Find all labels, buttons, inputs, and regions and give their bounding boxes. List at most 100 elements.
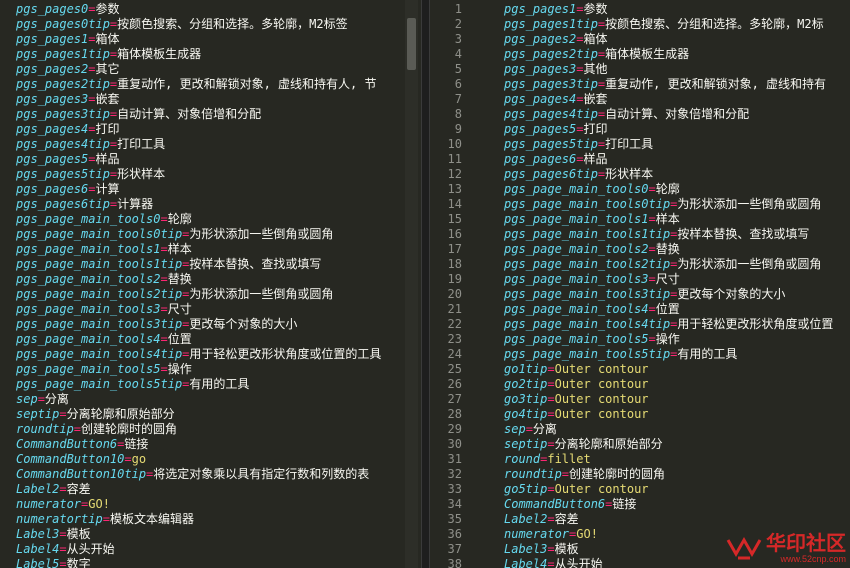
code-line[interactable]: 24 pgs_page_main_tools5tip=有用的工具 bbox=[430, 347, 850, 362]
code-line[interactable]: pgs_page_main_tools2tip=为形状添加一些倒角或圆角 bbox=[0, 287, 406, 302]
line-key: pgs_pages2tip bbox=[504, 47, 598, 61]
code-line[interactable]: Label4=从头开始 bbox=[0, 542, 406, 557]
code-line[interactable]: pgs_page_main_tools4tip=用于轻松更改形状角度或位置的工具 bbox=[0, 347, 406, 362]
code-line[interactable]: pgs_pages0tip=按颜色搜索、分组和选择。多轮廓，M2标签 bbox=[0, 17, 406, 32]
code-line[interactable]: 2 pgs_pages1tip=按颜色搜索、分组和选择。多轮廓，M2标 bbox=[430, 17, 850, 32]
code-line[interactable]: 33 go5tip=Outer contour bbox=[430, 482, 850, 497]
scrollbar-thumb-left[interactable] bbox=[407, 18, 416, 70]
code-lines-left: pgs_pages0=参数 pgs_pages0tip=按颜色搜索、分组和选择。多… bbox=[0, 2, 421, 568]
equals-sign: = bbox=[59, 557, 67, 568]
code-line[interactable]: CommandButton6=链接 bbox=[0, 437, 406, 452]
code-line[interactable]: 23 pgs_page_main_tools5=操作 bbox=[430, 332, 850, 347]
code-line[interactable]: 7 pgs_pages4=嵌套 bbox=[430, 92, 850, 107]
code-line[interactable]: pgs_pages5tip=形状样本 bbox=[0, 167, 406, 182]
code-line[interactable]: 15 pgs_page_main_tools1=样本 bbox=[430, 212, 850, 227]
code-line[interactable]: pgs_pages2=其它 bbox=[0, 62, 406, 77]
code-line[interactable]: 27 go3tip=Outer contour bbox=[430, 392, 850, 407]
code-line[interactable]: 12 pgs_pages6tip=形状样本 bbox=[430, 167, 850, 182]
code-line[interactable]: 3 pgs_pages2=箱体 bbox=[430, 32, 850, 47]
code-line[interactable]: 29 sep=分离 bbox=[430, 422, 850, 437]
editor-pane-right[interactable]: 1 pgs_pages1=参数 2 pgs_pages1tip=按颜色搜索、分组和选择… bbox=[430, 0, 850, 568]
code-line[interactable]: pgs_pages2tip=重复动作, 更改和解锁对象, 虚线和持有人, 节 bbox=[0, 77, 406, 92]
line-number: 4 bbox=[454, 47, 462, 61]
code-line[interactable]: 25 go1tip=Outer contour bbox=[430, 362, 850, 377]
code-line[interactable]: 1 pgs_pages1=参数 bbox=[430, 2, 850, 17]
code-line[interactable]: numeratortip=模板文本编辑器 bbox=[0, 512, 406, 527]
editor-pane-left[interactable]: pgs_pages0=参数 pgs_pages0tip=按颜色搜索、分组和选择。多… bbox=[0, 0, 421, 568]
code-line[interactable]: 6 pgs_pages3tip=重复动作, 更改和解锁对象, 虚线和持有 bbox=[430, 77, 850, 92]
code-line[interactable]: pgs_pages3tip=自动计算、对象倍增和分配 bbox=[0, 107, 406, 122]
code-line[interactable]: pgs_page_main_tools3tip=更改每个对象的大小 bbox=[0, 317, 406, 332]
code-line[interactable]: 16 pgs_page_main_tools1tip=按样本替换、查找或填写 bbox=[430, 227, 850, 242]
code-line[interactable]: 28 go4tip=Outer contour bbox=[430, 407, 850, 422]
code-line[interactable]: pgs_pages4tip=打印工具 bbox=[0, 137, 406, 152]
line-code: pgs_pages4tip=自动计算、对象倍增和分配 bbox=[462, 107, 749, 122]
code-line[interactable]: 11 pgs_pages6=样品 bbox=[430, 152, 850, 167]
equals-sign: = bbox=[648, 272, 656, 286]
line-value: 模板文本编辑器 bbox=[109, 512, 194, 526]
code-line[interactable]: 13 pgs_page_main_tools0=轮廓 bbox=[430, 182, 850, 197]
code-line[interactable]: 14 pgs_page_main_tools0tip=为形状添加一些倒角或圆角 bbox=[430, 197, 850, 212]
line-key: pgs_pages6 bbox=[504, 152, 577, 166]
code-line[interactable]: 5 pgs_pages3=其他 bbox=[430, 62, 850, 77]
code-line[interactable]: pgs_pages5=样品 bbox=[0, 152, 406, 167]
code-line[interactable]: Label3=模板 bbox=[0, 527, 406, 542]
code-line[interactable]: Label2=容差 bbox=[0, 482, 406, 497]
code-line[interactable]: pgs_page_main_tools0tip=为形状添加一些倒角或圆角 bbox=[0, 227, 406, 242]
code-line[interactable]: septip=分离轮廓和原始部分 bbox=[0, 407, 406, 422]
code-line[interactable]: sep=分离 bbox=[0, 392, 406, 407]
code-line[interactable]: 10 pgs_pages5tip=打印工具 bbox=[430, 137, 850, 152]
line-value: 模板 bbox=[66, 527, 91, 541]
line-value: 替换 bbox=[167, 272, 192, 286]
code-line[interactable]: pgs_pages3=嵌套 bbox=[0, 92, 406, 107]
code-line[interactable]: 22 pgs_page_main_tools4tip=用于轻松更改形状角度或位置 bbox=[430, 317, 850, 332]
code-line[interactable]: pgs_page_main_tools2=替换 bbox=[0, 272, 406, 287]
code-line[interactable]: 8 pgs_pages4tip=自动计算、对象倍增和分配 bbox=[430, 107, 850, 122]
line-key: pgs_page_main_tools1 bbox=[504, 212, 649, 226]
scrollbar-left[interactable] bbox=[405, 0, 418, 568]
line-code: roundtip=创建轮廓时的圆角 bbox=[462, 467, 665, 482]
code-line[interactable]: 34 CommandButton6=链接 bbox=[430, 497, 850, 512]
line-value: 其它 bbox=[95, 62, 120, 76]
code-line[interactable]: pgs_pages1tip=箱体模板生成器 bbox=[0, 47, 406, 62]
code-line[interactable]: roundtip=创建轮廓时的圆角 bbox=[0, 422, 406, 437]
line-code: go5tip=Outer contour bbox=[462, 482, 649, 497]
code-line[interactable]: pgs_page_main_tools3=尺寸 bbox=[0, 302, 406, 317]
code-line[interactable]: pgs_pages0=参数 bbox=[0, 2, 406, 17]
code-line[interactable]: pgs_pages1=箱体 bbox=[0, 32, 406, 47]
split-divider[interactable] bbox=[421, 0, 430, 568]
code-line[interactable]: pgs_pages4=打印 bbox=[0, 122, 406, 137]
code-line[interactable]: pgs_page_main_tools0=轮廓 bbox=[0, 212, 406, 227]
code-line[interactable]: 4 pgs_pages2tip=箱体模板生成器 bbox=[430, 47, 850, 62]
code-line[interactable]: pgs_pages6=计算 bbox=[0, 182, 406, 197]
code-line[interactable]: 17 pgs_page_main_tools2=替换 bbox=[430, 242, 850, 257]
line-number: 12 bbox=[447, 167, 462, 181]
code-line[interactable]: 18 pgs_page_main_tools2tip=为形状添加一些倒角或圆角 bbox=[430, 257, 850, 272]
code-line[interactable]: pgs_page_main_tools1tip=按样本替换、查找或填写 bbox=[0, 257, 406, 272]
code-line[interactable]: numerator=GO! bbox=[0, 497, 406, 512]
code-line[interactable]: 30 septip=分离轮廓和原始部分 bbox=[430, 437, 850, 452]
code-line[interactable]: 35 Label2=容差 bbox=[430, 512, 850, 527]
code-line[interactable]: pgs_page_main_tools4=位置 bbox=[0, 332, 406, 347]
code-line[interactable]: pgs_page_main_tools5tip=有用的工具 bbox=[0, 377, 406, 392]
line-key: go1tip bbox=[504, 362, 548, 376]
code-line[interactable]: Label5=数字 bbox=[0, 557, 406, 568]
code-line[interactable]: 26 go2tip=Outer contour bbox=[430, 377, 850, 392]
code-line[interactable]: 31 round=fillet bbox=[430, 452, 850, 467]
line-code: pgs_pages4=嵌套 bbox=[462, 92, 608, 107]
code-line[interactable]: 20 pgs_page_main_tools3tip=更改每个对象的大小 bbox=[430, 287, 850, 302]
code-line[interactable]: pgs_page_main_tools1=样本 bbox=[0, 242, 406, 257]
code-line[interactable]: 21 pgs_page_main_tools4=位置 bbox=[430, 302, 850, 317]
code-line[interactable]: pgs_pages6tip=计算器 bbox=[0, 197, 406, 212]
code-line[interactable]: CommandButton10tip=将选定对象乘以具有指定行数和列数的表 bbox=[0, 467, 406, 482]
line-value: 操作 bbox=[167, 362, 192, 376]
code-line[interactable]: 19 pgs_page_main_tools3=尺寸 bbox=[430, 272, 850, 287]
line-code: pgs_page_main_tools3=尺寸 bbox=[462, 272, 680, 287]
line-key: pgs_pages5tip bbox=[504, 137, 598, 151]
code-line[interactable]: 32 roundtip=创建轮廓时的圆角 bbox=[430, 467, 850, 482]
code-line[interactable]: CommandButton10=go bbox=[0, 452, 406, 467]
line-key: pgs_page_main_tools2tip bbox=[504, 257, 671, 271]
line-number: 14 bbox=[447, 197, 462, 211]
code-line[interactable]: pgs_page_main_tools5=操作 bbox=[0, 362, 406, 377]
code-line[interactable]: 9 pgs_pages5=打印 bbox=[430, 122, 850, 137]
